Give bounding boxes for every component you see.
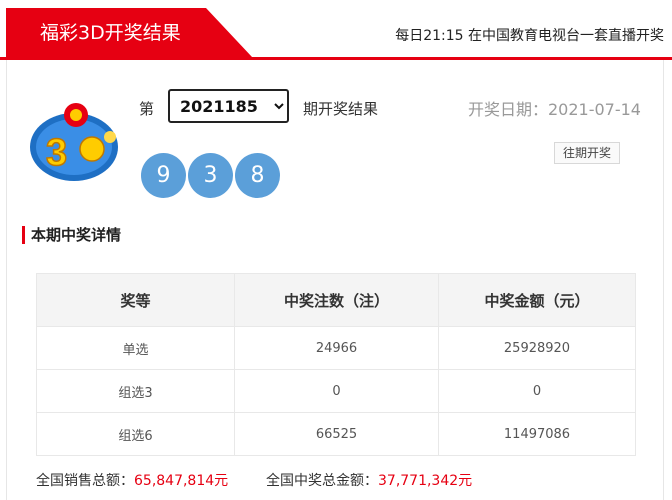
svg-text:3: 3 [46, 132, 67, 174]
total-prize-label: 全国中奖总金额： [266, 473, 378, 489]
winner-count-cell: 0 [234, 369, 439, 413]
page-header: 福彩3D开奖结果 每日21:15 在中国教育电视台一套直播开奖 [0, 0, 672, 60]
table-row: 单选 24966 25928920 [36, 326, 636, 370]
total-prize-value: 37,771,342元 [378, 473, 473, 489]
table-row: 组选6 66525 11497086 [36, 412, 636, 456]
page-title: 福彩3D开奖结果 [40, 22, 181, 44]
prize-details-table: 奖等 中奖注数（注） 中奖金额（元） 单选 24966 25928920 组选3… [36, 273, 636, 456]
section-title-prize-details: 本期中奖详情 [22, 226, 121, 244]
table-row: 组选3 0 0 [36, 369, 636, 413]
history-draws-button[interactable]: 往期开奖 [554, 142, 620, 164]
issue-suffix: 期开奖结果 [303, 100, 379, 118]
prize-level-cell: 组选6 [36, 412, 235, 456]
prize-amount-cell: 11497086 [438, 412, 636, 456]
prize-amount-cell: 25928920 [438, 326, 636, 370]
column-header-winner-count: 中奖注数（注） [234, 273, 439, 327]
prize-level-cell: 组选3 [36, 369, 235, 413]
prize-amount-cell: 0 [438, 369, 636, 413]
column-header-prize-level: 奖等 [36, 273, 235, 327]
fucai-3d-logo: 3 [30, 103, 118, 181]
winning-number-ball: 8 [235, 153, 280, 198]
winner-count-cell: 24966 [234, 326, 439, 370]
prize-level-cell: 单选 [36, 326, 235, 370]
broadcast-note: 每日21:15 在中国教育电视台一套直播开奖 [395, 28, 664, 44]
winning-number-ball: 3 [188, 153, 233, 198]
table-header-row: 奖等 中奖注数（注） 中奖金额（元） [36, 273, 636, 327]
winner-count-cell: 66525 [234, 412, 439, 456]
issue-prefix: 第 [139, 100, 155, 118]
draw-date: 开奖日期：2021-07-14 [468, 100, 641, 119]
issue-select[interactable]: 2021185 [168, 89, 289, 123]
total-sales-value: 65,847,814元 [134, 473, 229, 489]
column-header-prize-amount: 中奖金额（元） [438, 273, 636, 327]
total-prize: 全国中奖总金额：37,771,342元 [266, 470, 472, 490]
total-sales-label: 全国销售总额： [36, 473, 134, 489]
winning-number-ball: 9 [141, 153, 186, 198]
total-sales: 全国销售总额：65,847,814元 [36, 470, 228, 490]
